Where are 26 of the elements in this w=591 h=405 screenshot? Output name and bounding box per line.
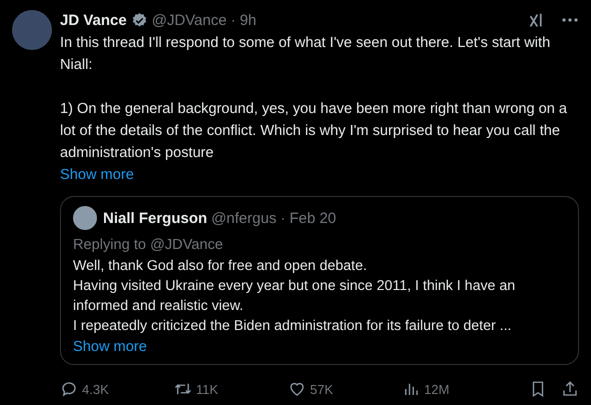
more-icon[interactable] (561, 17, 579, 23)
heart-icon[interactable] (288, 380, 306, 398)
author-handle[interactable]: @JDVance (152, 12, 227, 28)
author-name[interactable]: JD Vance (60, 12, 127, 28)
speech-bubble-icon[interactable] (60, 380, 78, 398)
post-text: In this thread I'll respond to some of what I've seen out there. Let's start with Niall: (60, 34, 552, 75)
action-count: 4.3K (82, 382, 109, 396)
share-icon[interactable] (561, 380, 579, 398)
post-time[interactable]: 9h (240, 12, 256, 28)
author-handle[interactable]: @nfergus (211, 210, 276, 226)
action-count: 11K (196, 382, 218, 396)
quoted-post-card[interactable] (60, 196, 579, 365)
separator-dot: · (230, 12, 236, 28)
quoted-text: I repeatedly criticized the Biden administration for its failure to deter ... (73, 317, 512, 336)
action-count: 57K (310, 382, 334, 396)
post-text: 1) On the general background, yes, you have been more right than wrong on a lot of the details of the conflict. Which is why I'm surprised to hear you call the administration's posture (60, 100, 568, 163)
avatar[interactable] (73, 206, 97, 230)
action-count: 12M (424, 382, 450, 396)
replying-to-text: Replying to @JDVance (73, 236, 224, 255)
show-more-link[interactable]: Show more (60, 164, 134, 186)
quoted-text: Having visited Ukraine every year but one since 2011, I think I have an informed and realistic view. (73, 277, 516, 316)
separator-dot: · (280, 210, 286, 226)
post-time[interactable]: Feb 20 (289, 210, 336, 226)
quoted-text: Well, thank God also for free and open debate. (73, 257, 368, 276)
author-name[interactable]: Niall Ferguson (103, 210, 208, 226)
show-more-link[interactable]: Show more (73, 336, 147, 358)
